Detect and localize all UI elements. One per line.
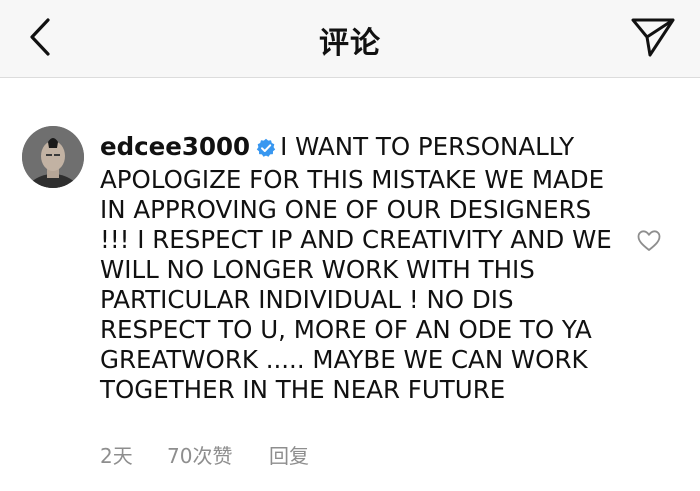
- avatar-image: [22, 126, 84, 188]
- comment-username[interactable]: edcee3000: [100, 132, 250, 161]
- verified-badge-icon: [256, 135, 276, 165]
- comment-time: 2天: [100, 444, 133, 468]
- comment-item: edcee3000 I WANT TO PERSONALLY APOLOGIZE…: [0, 78, 700, 491]
- reply-button[interactable]: 回复: [269, 440, 309, 469]
- like-button[interactable]: [636, 228, 662, 254]
- comment-meta: 2天 70次赞 回复: [100, 440, 309, 469]
- top-nav-bar: 评论: [0, 0, 700, 78]
- avatar[interactable]: [22, 126, 84, 188]
- comment-likes[interactable]: 70次赞: [167, 440, 269, 469]
- comment-body: edcee3000 I WANT TO PERSONALLY APOLOGIZE…: [100, 132, 620, 405]
- paper-plane-icon: [631, 18, 675, 57]
- share-button[interactable]: [628, 12, 678, 62]
- heart-icon: [637, 230, 661, 251]
- comment-text: I WANT TO PERSONALLY APOLOGIZE FOR THIS …: [100, 132, 612, 404]
- page-title: 评论: [319, 26, 381, 61]
